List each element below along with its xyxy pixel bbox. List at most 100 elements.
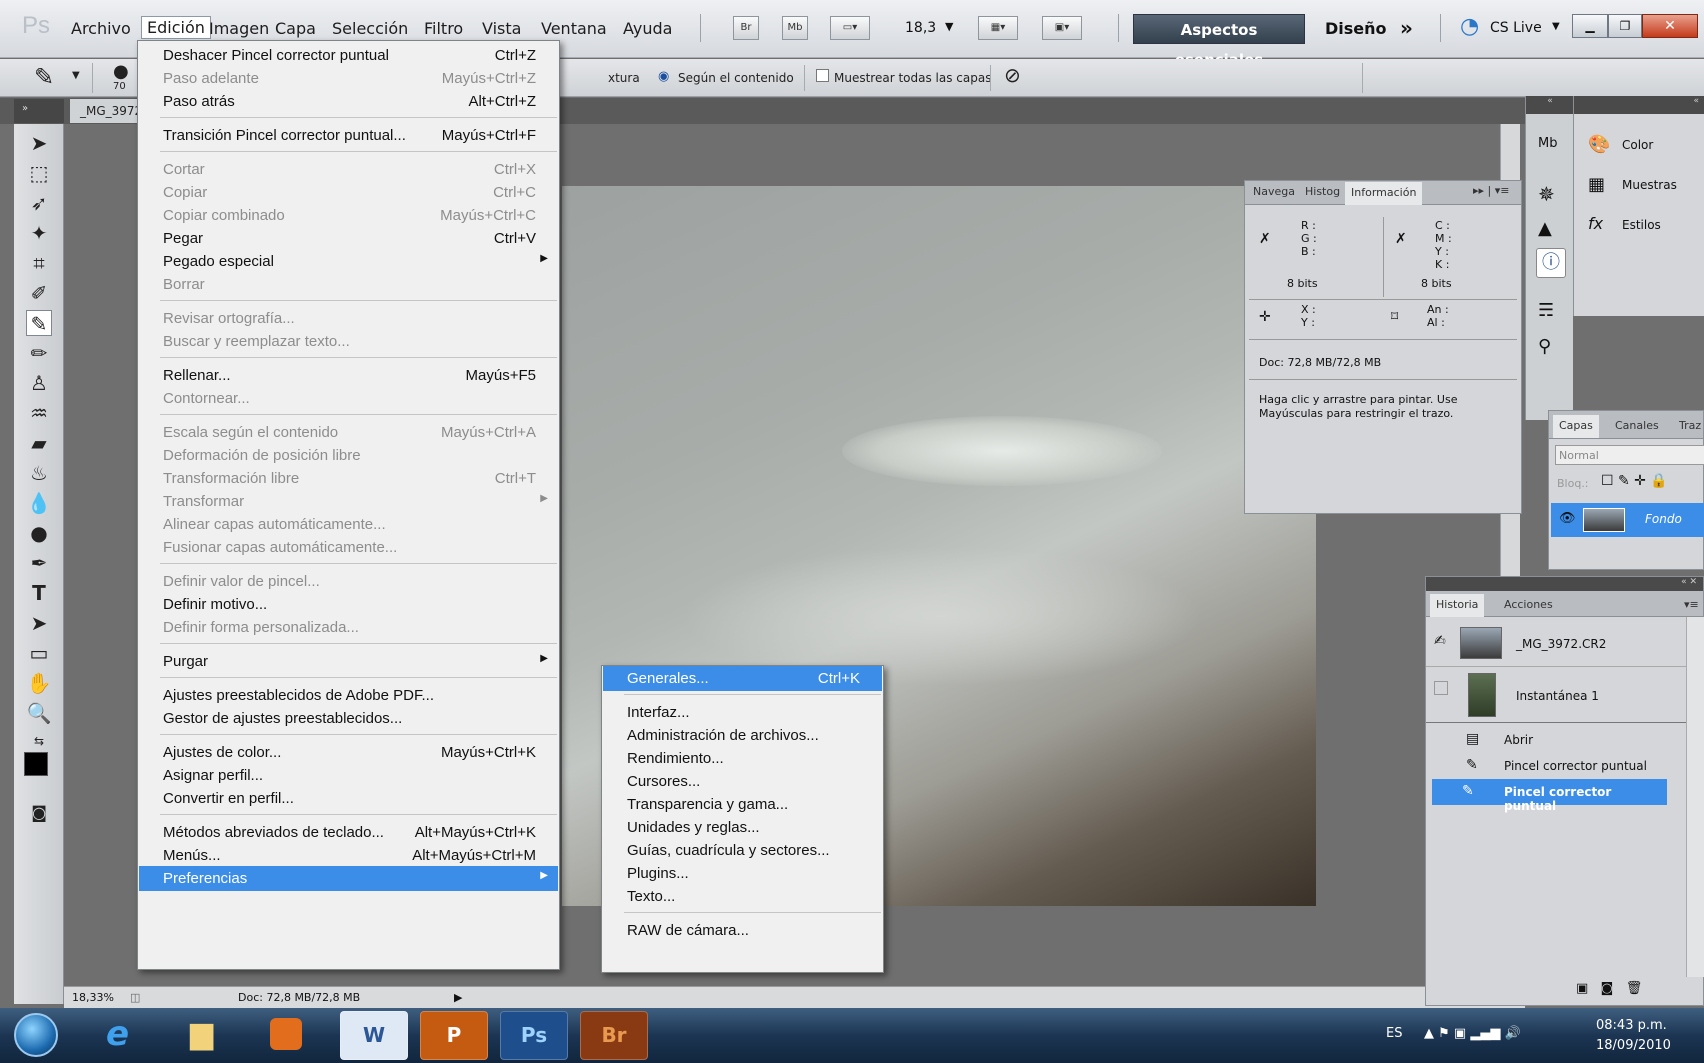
menu-item[interactable]: Definir motivo...: [139, 592, 558, 617]
history-state-current[interactable]: ✎ Pincel corrector puntual: [1432, 779, 1667, 813]
menu-item[interactable]: Alinear capas automáticamente...: [139, 512, 558, 537]
chevron-down-icon[interactable]: ▼: [1552, 21, 1560, 32]
menu-item[interactable]: Cursores...: [603, 769, 882, 794]
more-workspaces-icon[interactable]: »: [1400, 16, 1413, 40]
menu-item[interactable]: Definir valor de pincel...: [139, 569, 558, 594]
menu-item[interactable]: Copiar Ctrl+C: [139, 180, 558, 205]
minibridge-icon[interactable]: Mb: [1538, 136, 1557, 151]
eraser-tool-icon[interactable]: ▰: [26, 430, 52, 456]
spot-healing-brush-icon[interactable]: ✎: [34, 63, 54, 91]
tab-informacion[interactable]: Información: [1345, 182, 1423, 205]
tab-trazados[interactable]: Traz: [1679, 419, 1701, 432]
menu-item[interactable]: Administración de archivos...: [603, 723, 882, 748]
menu-item[interactable]: Buscar y reemplazar texto...: [139, 329, 558, 354]
history-snapshot[interactable]: ✍ _MG_3972.CR2: [1426, 621, 1703, 667]
menu-item[interactable]: Métodos abreviados de teclado... Alt+Mayú…: [139, 820, 558, 845]
menu-item[interactable]: Cortar Ctrl+X: [139, 157, 558, 182]
menu-item[interactable]: Guías, cuadrícula y sectores...: [603, 838, 882, 863]
layer-row-fondo[interactable]: 👁 Fondo: [1551, 503, 1704, 537]
path-selection-tool-icon[interactable]: ➤: [26, 610, 52, 636]
snapshot-checkbox[interactable]: [1434, 681, 1448, 695]
quick-selection-tool-icon[interactable]: ✦: [26, 220, 52, 246]
menu-item[interactable]: Definir forma personalizada...: [139, 615, 558, 640]
restore-button[interactable]: ❐: [1608, 14, 1642, 38]
bridge-icon[interactable]: Br: [733, 16, 759, 40]
eye-icon[interactable]: 👁: [1559, 511, 1576, 526]
history-state[interactable]: ▤ Abrir: [1426, 727, 1703, 753]
menu-item[interactable]: Transparencia y gama...: [603, 792, 882, 817]
history-brush-source-icon[interactable]: ✍: [1434, 633, 1446, 649]
menu-item[interactable]: Pegar Ctrl+V: [139, 226, 558, 251]
sample-all-checkbox[interactable]: [816, 69, 829, 82]
tab-canales[interactable]: Canales: [1615, 419, 1659, 432]
pressure-icon[interactable]: ⊘: [1004, 63, 1021, 87]
dock-item-muestras[interactable]: Muestras: [1622, 178, 1677, 192]
tray-icons[interactable]: ▲ ⚑ ▣ ▂▄▆ 🔊: [1424, 1026, 1521, 1041]
dodge-tool-icon[interactable]: ●: [26, 520, 52, 546]
tab-historia[interactable]: Historia: [1430, 594, 1485, 617]
tab-navegador[interactable]: Navega: [1253, 185, 1295, 198]
crop-tool-icon[interactable]: ⌗: [26, 250, 52, 276]
close-button[interactable]: ✕: [1642, 14, 1698, 38]
menu-item[interactable]: Texto...: [603, 884, 882, 909]
view-extras-icon[interactable]: ▭▾: [830, 16, 870, 40]
styles-icon[interactable]: fx: [1588, 214, 1603, 233]
chevron-down-icon[interactable]: ▼: [945, 20, 953, 33]
collapse-panel-icon[interactable]: »: [14, 99, 64, 123]
history-scrollbar[interactable]: [1686, 617, 1704, 977]
menu-item[interactable]: Transformar ▶: [139, 489, 558, 514]
menu-item[interactable]: Generales... Ctrl+K: [603, 666, 882, 691]
menu-item[interactable]: Pegado especial ▶: [139, 249, 558, 274]
workspace-design-button[interactable]: Diseño: [1325, 19, 1387, 38]
adjustments-icon[interactable]: ☴: [1538, 300, 1554, 321]
menu-ventana[interactable]: Ventana: [536, 18, 612, 39]
menu-item[interactable]: Deshacer Pincel corrector puntual Ctrl+Z: [139, 43, 558, 68]
menu-item[interactable]: Paso adelante Mayús+Ctrl+Z: [139, 66, 558, 91]
layer-name[interactable]: Fondo: [1645, 512, 1682, 526]
clock-date[interactable]: 18/09/2010: [1596, 1038, 1671, 1053]
menu-filtro[interactable]: Filtro: [419, 18, 468, 39]
eyedropper-tool-icon[interactable]: ✐: [26, 280, 52, 306]
marquee-tool-icon[interactable]: ⬚: [26, 160, 52, 186]
content-aware-option[interactable]: Según el contenido: [678, 71, 794, 85]
menu-item[interactable]: Asignar perfil...: [139, 763, 558, 788]
menu-item[interactable]: Menús... Alt+Mayús+Ctrl+M: [139, 843, 558, 868]
menu-item[interactable]: Deformación de posición libre: [139, 443, 558, 468]
tab-capas[interactable]: Capas: [1553, 415, 1599, 438]
snapshot-name[interactable]: _MG_3972.CR2: [1516, 637, 1606, 651]
start-button[interactable]: [14, 1013, 58, 1057]
clock-time[interactable]: 08:43 p.m.: [1596, 1018, 1667, 1033]
menu-item[interactable]: Escala según el contenido Mayús+Ctrl+A: [139, 420, 558, 445]
menu-item[interactable]: Revisar ortografía...: [139, 306, 558, 331]
menu-item[interactable]: RAW de cámara...: [603, 918, 882, 943]
history-state[interactable]: ✎ Pincel corrector puntual: [1426, 753, 1703, 779]
panel-expand-icon[interactable]: ▸▸ | ▾≡: [1473, 184, 1509, 197]
tab-histograma[interactable]: Histog: [1305, 185, 1340, 198]
lock-icons[interactable]: ☐ ✎ ✛ 🔒: [1601, 473, 1668, 489]
spot-healing-tool-icon[interactable]: ✎: [26, 310, 52, 336]
radio-selected-icon[interactable]: ◉: [658, 69, 669, 84]
menu-item[interactable]: Ajustes de color... Mayús+Ctrl+K: [139, 740, 558, 765]
menu-item[interactable]: Contornear...: [139, 386, 558, 411]
sample-all-label[interactable]: Muestrear todas las capas: [834, 71, 991, 85]
menu-item[interactable]: Transformación libre Ctrl+T: [139, 466, 558, 491]
brushes-icon[interactable]: ✵: [1538, 182, 1555, 206]
photoshop-taskbar-button[interactable]: Ps: [500, 1011, 568, 1060]
menu-ayuda[interactable]: Ayuda: [618, 18, 677, 39]
menu-capa[interactable]: Capa: [270, 18, 321, 39]
menu-item[interactable]: Interfaz...: [603, 700, 882, 725]
brush-preview-icon[interactable]: ●: [113, 61, 129, 82]
texture-option-label[interactable]: xtura: [608, 71, 640, 85]
zoom-level[interactable]: 18,3: [905, 20, 936, 36]
menu-edicion[interactable]: Edición: [141, 16, 211, 39]
bridge-taskbar-button[interactable]: Br: [580, 1011, 648, 1060]
menu-item[interactable]: Gestor de ajustes preestablecidos...: [139, 706, 558, 731]
chevron-down-icon[interactable]: ▼: [72, 70, 80, 81]
type-tool-icon[interactable]: T: [26, 580, 52, 606]
blend-mode-select[interactable]: Normal: [1555, 445, 1704, 465]
stamp-tool-icon[interactable]: ♙: [26, 370, 52, 396]
language-indicator[interactable]: ES: [1386, 1026, 1402, 1041]
folder-icon[interactable]: ▆: [190, 1016, 213, 1051]
internet-explorer-icon[interactable]: e: [106, 1014, 129, 1054]
history-brush-tool-icon[interactable]: ♒: [26, 400, 52, 426]
